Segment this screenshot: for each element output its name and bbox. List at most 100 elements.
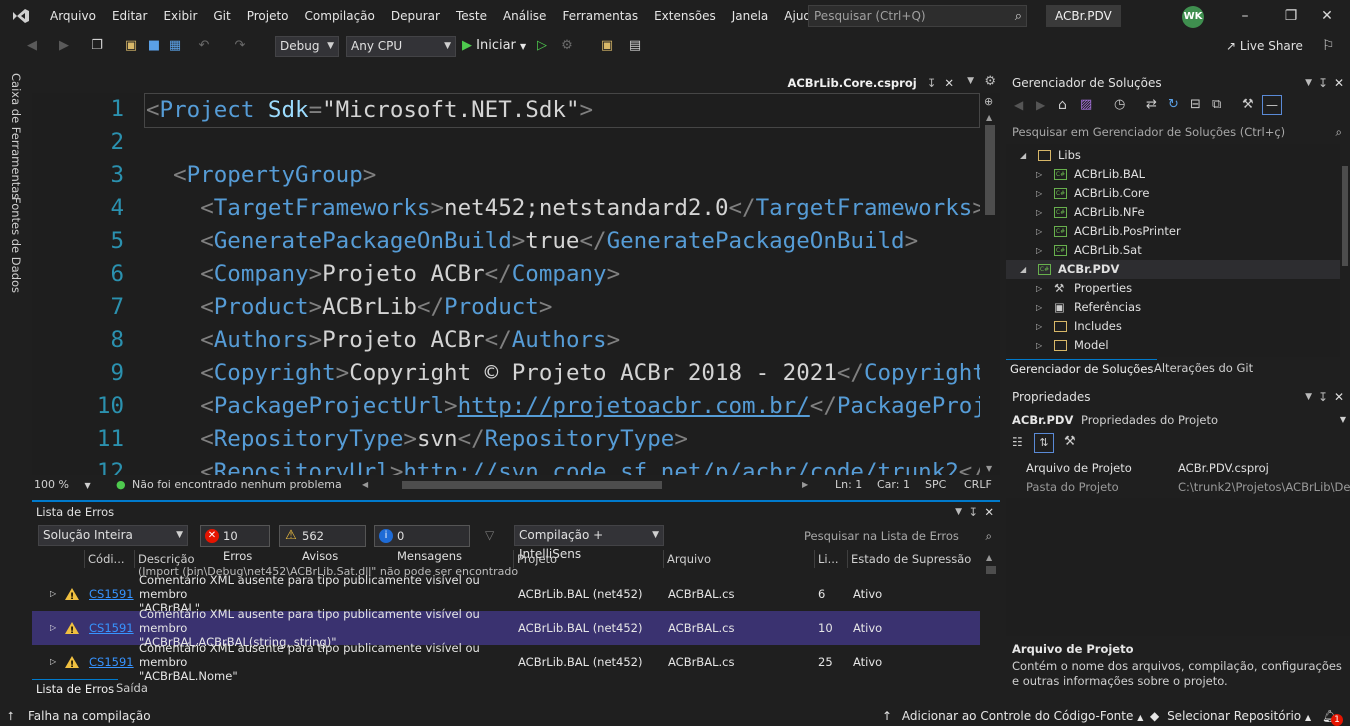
line-indicator[interactable]: Ln: 1 [835, 475, 862, 495]
undo-icon[interactable]: ↶ [196, 36, 212, 56]
close-icon[interactable]: ✕ [1334, 386, 1344, 408]
collapsed-arrow-icon[interactable]: ▷ [1036, 184, 1042, 203]
attach-icon[interactable]: ⚙ [558, 36, 576, 56]
scroll-down-icon[interactable]: ▼ [986, 464, 992, 473]
scope-select[interactable]: Solução Inteira ▼ [38, 525, 188, 546]
pin-icon[interactable]: ↧ [968, 502, 978, 522]
column-header[interactable]: Arquivo [663, 550, 814, 568]
property-pages-icon[interactable]: ⚒ [1064, 434, 1076, 449]
new-project-icon[interactable]: ❐ [88, 36, 106, 56]
menu-item-7[interactable]: Teste [448, 0, 495, 32]
back-icon[interactable]: ◀ [1014, 98, 1023, 112]
error-scrollbar[interactable]: ▲ [980, 550, 1000, 668]
scroll-up-icon[interactable]: ▲ [986, 113, 992, 122]
avatar[interactable]: WK [1182, 6, 1204, 28]
collapse-all-icon[interactable]: ⊟ [1190, 97, 1201, 112]
minimize-icon[interactable]: – [1222, 0, 1268, 32]
errors-filter-button[interactable]: ✕ 10 Erros [200, 525, 270, 563]
alphabetical-icon[interactable]: ⇅ [1034, 433, 1054, 453]
error-search-input[interactable]: Pesquisar na Lista de Erros ⌕ [798, 526, 998, 546]
configuration-select[interactable]: Debug ▼ [275, 36, 339, 57]
tree-item[interactable]: ▷ Model [1006, 336, 1340, 355]
notifications-button[interactable]: 🔔︎ 1 [1322, 706, 1343, 726]
error-row[interactable]: ▷! CS1591 Comentário XML ausente para tipo… [32, 641, 980, 683]
properties-object-select[interactable]: ACBr.PDV Propriedades do Projeto ▼ [1006, 410, 1350, 430]
open-folder-icon[interactable]: ▣ [122, 36, 140, 56]
menu-item-1[interactable]: Editar [104, 0, 156, 32]
pin-icon[interactable]: ↧ [927, 76, 937, 90]
feedback-icon[interactable]: ⚐ [1322, 38, 1335, 54]
forward-icon[interactable]: ▶ [1036, 98, 1045, 112]
tree-item[interactable]: ▷ ⚒ Properties [1006, 279, 1340, 298]
scrollbar-thumb[interactable] [986, 566, 996, 574]
platform-select[interactable]: Any CPU ▼ [346, 36, 456, 57]
save-icon[interactable]: ■ [145, 36, 163, 56]
tree-item[interactable]: ▷ C# ACBrLib.Core [1006, 184, 1340, 203]
save-all-icon[interactable]: ▦ [166, 36, 184, 56]
preview-icon[interactable]: — [1262, 95, 1282, 115]
whitespace-indicator[interactable]: SPC [925, 475, 946, 495]
menu-item-10[interactable]: Extensões [646, 0, 724, 32]
sync-icon[interactable]: ⇄ [1146, 97, 1157, 112]
tree-item[interactable]: ▷ ▣ Referências [1006, 298, 1340, 317]
gear-icon[interactable]: ⚙ [984, 74, 996, 89]
property-row[interactable]: Pasta do Projeto C:\trunk2\Projetos\ACBrL… [1006, 478, 1350, 497]
column-header[interactable]: Projeto [513, 550, 663, 568]
tab-acbrlib-core-csproj[interactable]: ACBrLib.Core.csproj ↧ ✕ [787, 73, 954, 93]
tree-item[interactable]: ▷ C# ACBrLib.Sat [1006, 241, 1340, 260]
build-filter-select[interactable]: Compilação + IntelliSens ▼ [514, 525, 664, 561]
menu-item-0[interactable]: Arquivo [42, 0, 104, 32]
pin-icon[interactable]: ↧ [1318, 73, 1328, 93]
tree-item[interactable]: ◢ C# ACBr.PDV [1006, 260, 1340, 279]
data-sources-tab[interactable]: Fontes de Dados [9, 197, 23, 293]
collapsed-arrow-icon[interactable]: ▷ [1036, 298, 1042, 317]
forward-icon[interactable]: ▶ [56, 36, 72, 56]
close-tab-icon[interactable]: ✕ [944, 76, 954, 90]
tree-item[interactable]: ▷ C# ACBrLib.NFe [1006, 203, 1340, 222]
column-header[interactable]: Códi... [84, 550, 134, 568]
collapsed-arrow-icon[interactable]: ▷ [1036, 336, 1042, 355]
error-row[interactable]: ▷! CS1591 Comentário XML ausente para tipo… [32, 607, 980, 649]
collapsed-arrow-icon[interactable]: ▷ [1036, 165, 1042, 184]
tree-item[interactable]: ◢ Libs [1006, 146, 1340, 165]
start-button[interactable]: ▶ Iniciar ▼ [462, 36, 532, 56]
select-repo-button[interactable]: ◆ Selecionar Repositório ▲ [1150, 706, 1311, 726]
solution-search-input[interactable]: Pesquisar em Gerenciador de Soluções (Ct… [1006, 122, 1350, 142]
expand-icon[interactable]: ▷ [50, 611, 56, 645]
categorized-icon[interactable]: ☷ [1012, 435, 1023, 449]
scrollbar-thumb[interactable] [985, 125, 995, 215]
problems-status[interactable]: Não foi encontrado nenhum problema [132, 475, 342, 495]
scroll-left-icon[interactable]: ◀ [362, 475, 368, 495]
live-share-button[interactable]: ↗ Live Share [1226, 32, 1303, 61]
tab-git-changes[interactable]: Alterações do Git [1150, 359, 1257, 377]
zoom-select[interactable]: 100 % ▼ [34, 475, 91, 496]
error-code[interactable]: CS1591 [89, 587, 134, 601]
pin-icon[interactable]: ↧ [1318, 386, 1328, 408]
column-header[interactable]: Estado de Supressão [847, 550, 980, 568]
menu-item-5[interactable]: Compilação [297, 0, 383, 32]
menu-item-6[interactable]: Depurar [383, 0, 448, 32]
solution-scrollbar[interactable] [1340, 144, 1350, 357]
pending-changes-icon[interactable]: ◷ [1114, 97, 1125, 112]
expand-icon[interactable]: ▷ [50, 577, 56, 611]
close-icon[interactable]: ✕ [1334, 73, 1344, 93]
collapsed-arrow-icon[interactable]: ▷ [1036, 203, 1042, 222]
panel-menu-icon[interactable]: ▼ [1305, 73, 1312, 93]
home-icon[interactable]: ⌂ [1058, 97, 1067, 113]
properties-wrench-icon[interactable]: ⚒ [1242, 97, 1254, 112]
column-header[interactable]: Descrição [134, 550, 513, 568]
folder-view-icon[interactable]: ▣ [598, 36, 616, 56]
property-value[interactable]: ACBr.PDV.csproj [1178, 459, 1350, 478]
messages-filter-button[interactable]: i0 Mensagens [374, 525, 470, 563]
split-icon[interactable]: ⊕ [984, 95, 993, 108]
refresh-icon[interactable]: ↻ [1168, 97, 1179, 112]
tree-item[interactable]: ▷ Includes [1006, 317, 1340, 336]
error-code-link[interactable]: CS1591 [89, 645, 134, 679]
menu-item-4[interactable]: Projeto [239, 0, 297, 32]
toolbox-tab[interactable]: Caixa de Ferramentas [9, 73, 23, 199]
tree-item[interactable]: ▷ C# ACBrLib.PosPrinter [1006, 222, 1340, 241]
panel-menu-icon[interactable]: ▼ [1305, 386, 1312, 408]
scrollbar-thumb[interactable] [1342, 166, 1348, 266]
warnings-filter-button[interactable]: ⚠ 562 Avisos [279, 525, 366, 563]
search-input[interactable]: Pesquisar (Ctrl+Q) ⌕ [808, 5, 1027, 27]
